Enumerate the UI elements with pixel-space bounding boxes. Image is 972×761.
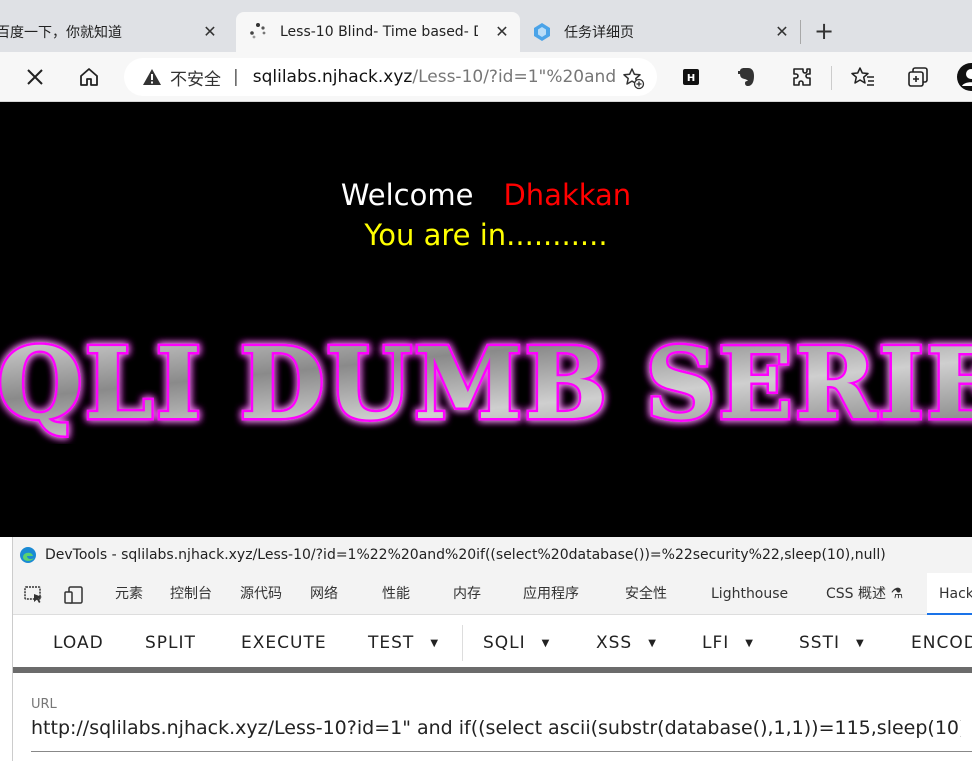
split-button[interactable]: SPLIT xyxy=(145,615,196,667)
url-input[interactable]: http://sqlilabs.njhack.xyz/Less-10?id=1"… xyxy=(31,717,961,739)
devtools-tab-bar: 元素 控制台 源代码 网络 性能 内存 应用程序 安全性 Lighthouse … xyxy=(13,573,972,615)
welcome-line: Welcome Dhakkan xyxy=(0,178,972,212)
edge-logo-icon xyxy=(20,547,36,563)
devtools-title: DevTools - sqlilabs.njhack.xyz/Less-10/?… xyxy=(45,547,886,563)
tab-label: CSS 概述 xyxy=(826,586,886,602)
menu-label: TEST xyxy=(368,633,415,653)
devtools-tab-css-overview[interactable]: CSS 概述 ⚗ xyxy=(826,573,903,615)
inspect-element-icon[interactable] xyxy=(23,584,45,606)
site-logo-icon xyxy=(534,23,550,41)
address-bar[interactable]: 不安全 | sqlilabs.njhack.xyz /Less-10/?id=1… xyxy=(124,58,657,96)
lfi-menu[interactable]: LFI ▼ xyxy=(702,615,754,667)
close-icon[interactable]: ✕ xyxy=(492,22,512,42)
tab-title: 百度一下，你就知道 xyxy=(0,25,122,41)
devtools-tab-performance[interactable]: 性能 xyxy=(382,573,410,615)
menu-label: LFI xyxy=(702,633,730,653)
stop-icon[interactable] xyxy=(20,62,50,92)
load-button[interactable]: LOAD xyxy=(53,615,104,667)
menu-divider xyxy=(462,625,463,661)
menu-label: XSS xyxy=(596,633,633,653)
status-message: You are in........... xyxy=(364,218,608,252)
devtools-titlebar: DevTools - sqlilabs.njhack.xyz/Less-10/?… xyxy=(13,537,972,573)
user-name: Dhakkan xyxy=(503,178,632,212)
devtools-tab-network[interactable]: 网络 xyxy=(310,573,338,615)
devtools-tab-console[interactable]: 控制台 xyxy=(170,573,212,615)
tab-strip: 百度一下，你就知道 ✕ Less-10 Blind- Time based- D… xyxy=(0,0,972,52)
url-underline xyxy=(31,751,972,752)
loading-spinner-icon xyxy=(250,23,266,39)
security-label[interactable]: 不安全 xyxy=(170,65,221,90)
close-icon[interactable]: ✕ xyxy=(200,22,220,42)
page-content: Welcome Dhakkan You are in........... SQL… xyxy=(0,102,972,537)
devtools-tab-sources[interactable]: 源代码 xyxy=(240,573,282,615)
caret-down-icon: ▼ xyxy=(855,638,865,649)
welcome-text: Welcome xyxy=(340,178,474,212)
caret-down-icon: ▼ xyxy=(648,638,657,649)
profile-avatar-icon[interactable] xyxy=(956,62,972,92)
devtools-panel: DevTools - sqlilabs.njhack.xyz/Less-10/?… xyxy=(12,537,972,761)
close-icon[interactable]: ✕ xyxy=(772,22,792,42)
execute-button[interactable]: EXECUTE xyxy=(241,615,327,667)
url-host: sqlilabs.njhack.xyz xyxy=(252,67,413,87)
favorites-icon[interactable] xyxy=(848,62,878,92)
tab-task-detail[interactable]: 任务详细页 ✕ xyxy=(522,12,800,52)
caret-down-icon: ▼ xyxy=(745,638,754,649)
warning-icon xyxy=(143,69,161,85)
devtools-tab-security[interactable]: 安全性 xyxy=(625,573,667,615)
new-tab-icon[interactable]: + xyxy=(812,19,836,44)
home-icon[interactable] xyxy=(74,62,104,92)
svg-text:H: H xyxy=(687,73,695,84)
caret-down-icon: ▼ xyxy=(541,638,551,649)
xss-menu[interactable]: XSS ▼ xyxy=(596,615,657,667)
sqli-dumb-series-banner: SQLI DUMB SERIES xyxy=(0,325,972,445)
browser-window: 百度一下，你就知道 ✕ Less-10 Blind- Time based- D… xyxy=(0,0,972,761)
evernote-icon[interactable] xyxy=(731,62,761,92)
add-favorite-icon[interactable] xyxy=(621,66,645,90)
tab-divider xyxy=(800,20,801,44)
devtools-tab-memory[interactable]: 内存 xyxy=(453,573,481,615)
banner-text: SQLI DUMB SERIES xyxy=(0,327,972,442)
divider: | xyxy=(233,67,239,87)
devtools-tab-hackbar[interactable]: Hack xyxy=(927,573,972,615)
tab-baidu[interactable]: 百度一下，你就知道 ✕ xyxy=(0,12,228,52)
encoding-menu[interactable]: ENCODING xyxy=(911,615,972,667)
devtools-tab-application[interactable]: 应用程序 xyxy=(523,573,579,615)
menu-label: SQLI xyxy=(483,633,526,653)
devtools-tab-elements[interactable]: 元素 xyxy=(115,573,143,615)
hackbar-menu: LOAD SPLIT EXECUTE TEST ▼ SQLI ▼ XSS ▼ LFI ▼… xyxy=(13,615,972,667)
test-menu[interactable]: TEST ▼ xyxy=(368,615,439,667)
toolbar: 不安全 | sqlilabs.njhack.xyz /Less-10/?id=1… xyxy=(0,52,972,102)
toolbar-divider xyxy=(831,66,832,90)
ssti-menu[interactable]: SSTI ▼ xyxy=(799,615,865,667)
devtools-tab-lighthouse[interactable]: Lighthouse xyxy=(711,573,788,615)
device-emulation-icon[interactable] xyxy=(63,584,85,606)
caret-down-icon: ▼ xyxy=(430,638,440,649)
hackbar-url-field[interactable]: URL http://sqlilabs.njhack.xyz/Less-10?i… xyxy=(13,673,972,761)
menu-label: SSTI xyxy=(799,633,840,653)
collections-icon[interactable] xyxy=(903,62,933,92)
extensions-icon[interactable] xyxy=(787,62,817,92)
flask-icon: ⚗ xyxy=(890,586,904,602)
tab-less10[interactable]: Less-10 Blind- Time based- Double Quotes… xyxy=(236,12,520,52)
sqli-menu[interactable]: SQLI ▼ xyxy=(483,615,550,667)
tab-title: Less-10 Blind- Time based- Double Quotes xyxy=(280,24,478,40)
tab-title: 任务详细页 xyxy=(564,25,634,41)
url-field-label: URL xyxy=(31,697,57,712)
url-path: /Less-10/?id=1"%20and... xyxy=(412,67,618,87)
hackbar-extension-icon[interactable]: H xyxy=(676,62,706,92)
